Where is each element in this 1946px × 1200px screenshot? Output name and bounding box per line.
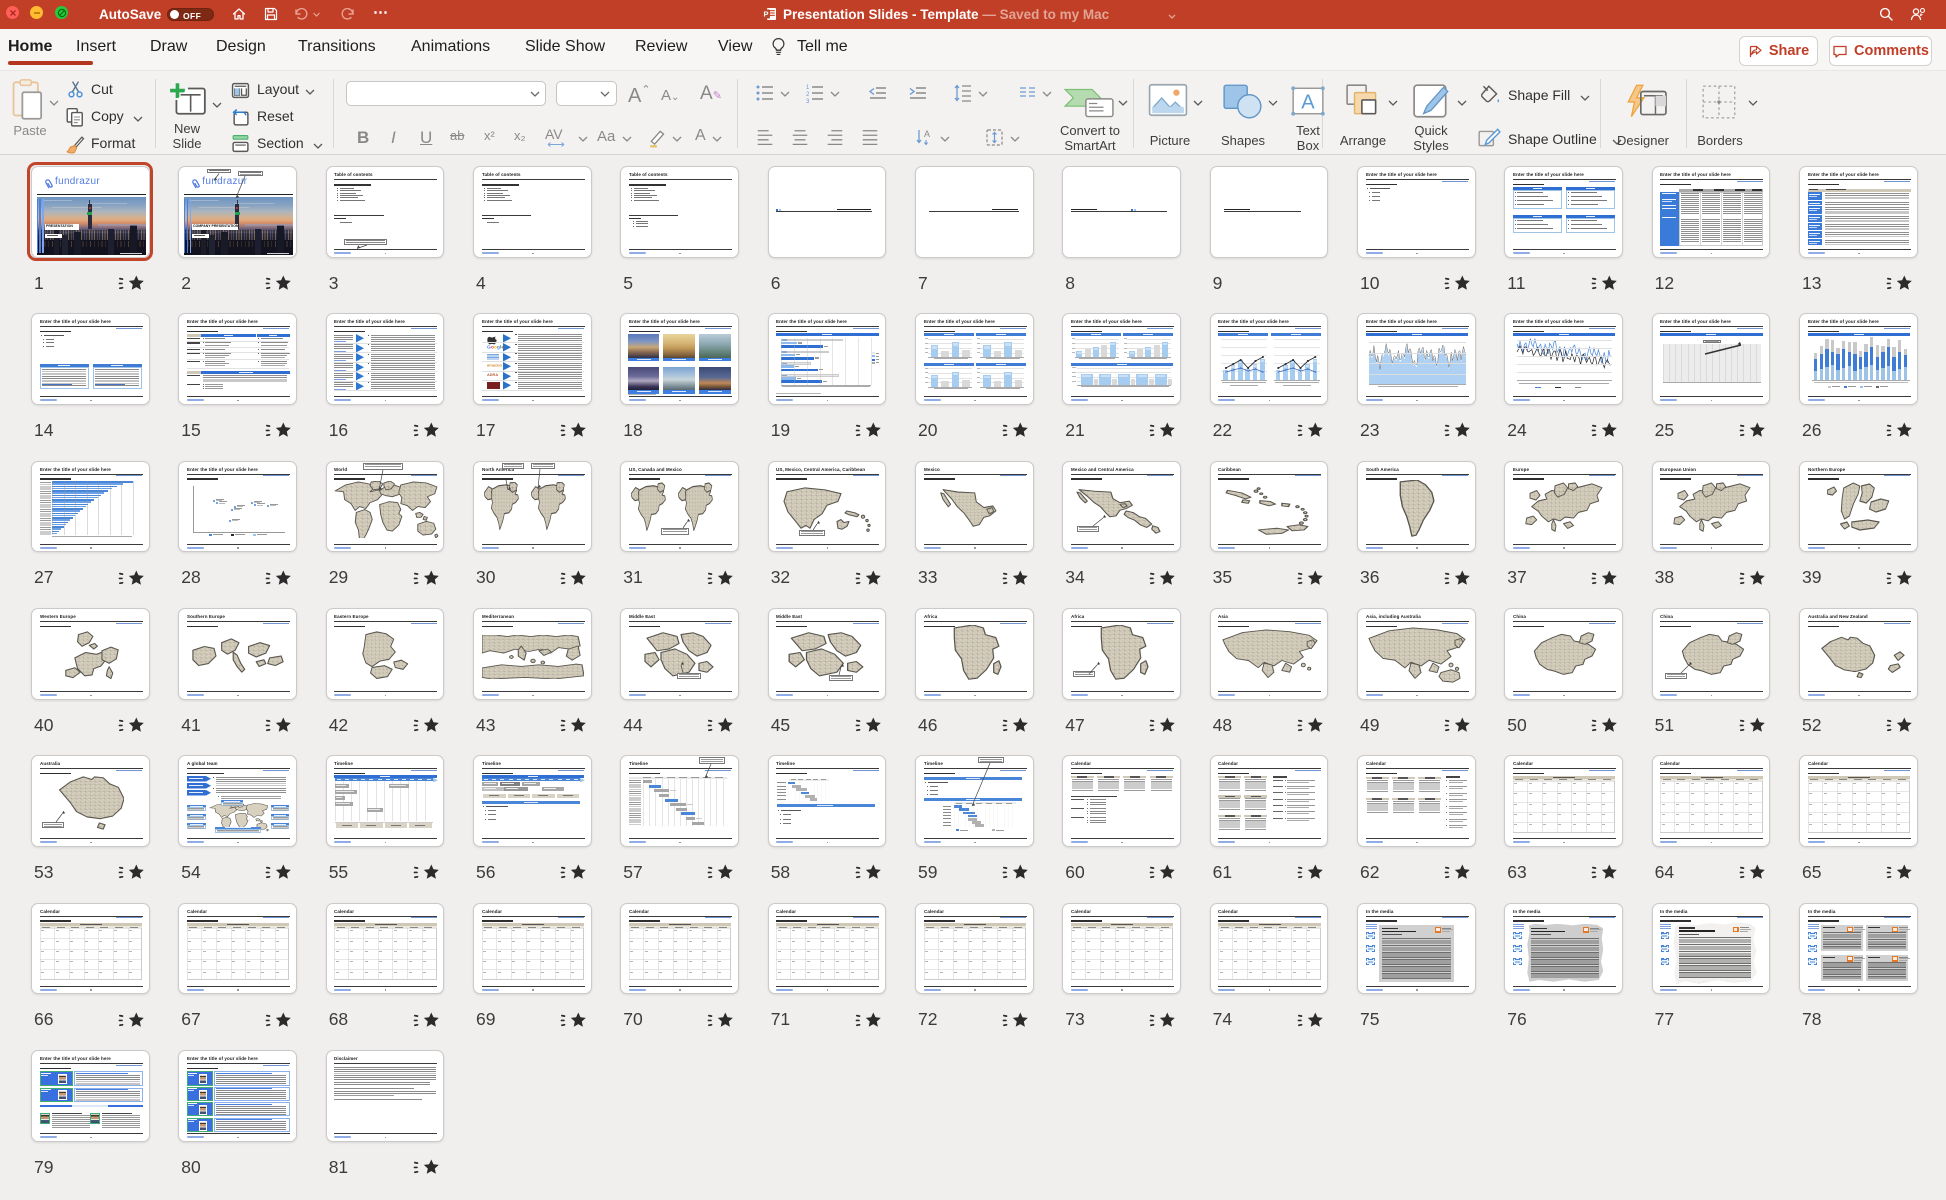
svg-text:P: P: [763, 10, 768, 19]
svg-text:1: 1: [806, 85, 810, 91]
svg-text:A: A: [924, 129, 930, 139]
svg-text:A: A: [1301, 91, 1315, 113]
svg-text:3: 3: [806, 99, 810, 103]
svg-text:2: 2: [806, 92, 810, 98]
